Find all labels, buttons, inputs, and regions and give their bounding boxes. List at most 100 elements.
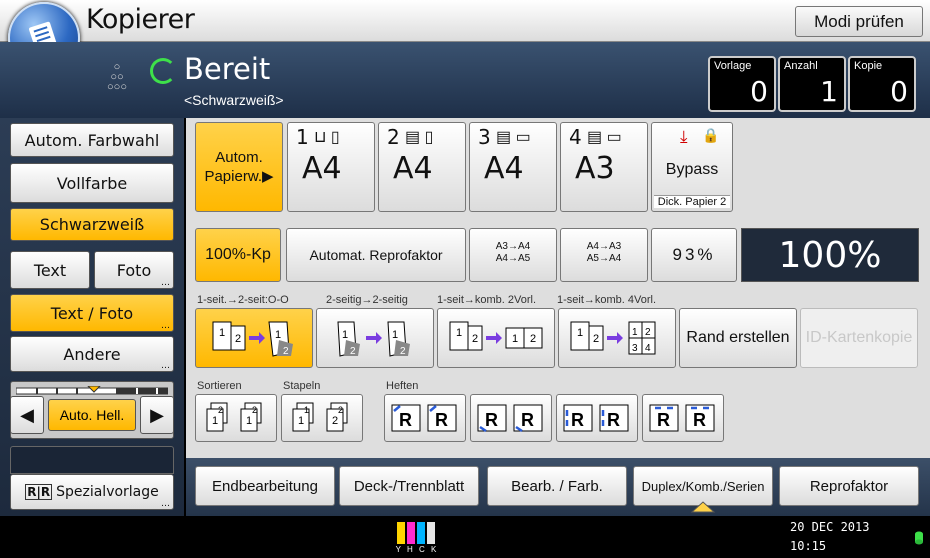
stack-button[interactable]: 11 22 [281,394,363,442]
photo-mode-label: Foto [116,260,152,280]
svg-text:R: R [521,410,534,430]
tab-indicator-icon [690,500,716,513]
staple-label: Heften [386,380,419,392]
svg-text:1: 1 [219,327,225,339]
tray-number: 1 [296,125,309,149]
combine-2-button[interactable]: 1 2 12 [437,308,555,368]
margin-adjust-button[interactable]: Rand erstellen [679,308,797,368]
date-display: 20 DEC 2013 [790,520,870,534]
staple-top-left-button[interactable]: R R [384,394,466,442]
data-indicator-icon [914,530,924,546]
tray-icon: ▤ ▯ [405,129,434,146]
svg-text:1: 1 [275,329,281,341]
svg-text:1: 1 [632,327,638,338]
black-white-button[interactable]: Schwarzweiß [10,208,174,241]
svg-text:2: 2 [645,327,651,338]
check-modes-button[interactable]: Modi prüfen [795,6,923,37]
combine-2-icon: 1 2 12 [449,321,543,351]
counter-label: Anzahl [784,60,818,72]
combine-4-icon: 1 2 12 34 [570,321,656,355]
tray-2-button[interactable]: 2 ▤ ▯ A4 [378,122,466,212]
svg-text:R: R [571,410,584,430]
bypass-paper-type: Dick. Papier 2 [654,195,730,208]
auto-density-button[interactable]: Auto. Hell. [48,399,136,431]
tab-cover-slip-sheet[interactable]: Deck-/Trennblatt [339,466,479,506]
preset-ratio-1-button[interactable]: A3→A4 A4→A5 [469,228,557,282]
paper-size: A4 [393,151,433,186]
lighter-button[interactable]: ◀ [10,396,44,434]
app-title: Kopierer [86,4,195,35]
tab-finishing[interactable]: Endbearbeitung [195,466,335,506]
sort-label: Sortieren [197,380,242,392]
percent-ratio-button[interactable]: 93% [651,228,737,282]
tab-edit-color[interactable]: Bearb. / Farb. [487,466,627,506]
svg-text:2: 2 [235,333,241,345]
time-display: 10:15 [790,539,827,553]
bypass-tray-button[interactable]: ⤓ 🔒 Bypass Dick. Papier 2 [651,122,733,212]
tray-4-button[interactable]: 4 ▤ ▭ A3 [560,122,648,212]
tray-3-button[interactable]: 3 ▤ ▭ A4 [469,122,557,212]
special-original-icon: R|R [25,484,53,500]
preset-ratio-2-button[interactable]: A4→A3 A5→A4 [560,228,648,282]
sort-button[interactable]: 12 12 [195,394,277,442]
text-mode-button[interactable]: Text [10,251,90,289]
more-options-icon: … [161,499,170,509]
staple-top-2-icon: R R [649,404,715,432]
special-original-button[interactable]: R|R Spezialvorlage … [10,474,174,510]
staple-left-2-button[interactable]: R R [556,394,638,442]
combine-4-button[interactable]: 1 2 12 34 [558,308,676,368]
tab-reduce-enlarge[interactable]: Reprofaktor [779,466,919,506]
text-photo-label: Text / Foto [50,303,134,323]
duplex-2to2-button[interactable]: 1 2 1 2 [316,308,434,368]
svg-text:1: 1 [512,333,518,345]
ratio-line: A4→A3 [586,241,622,252]
paper-size: A4 [484,151,524,186]
svg-text:1: 1 [212,415,218,427]
auto-paper-select-button[interactable]: Autom. Papierw.▶ [195,122,283,212]
svg-text:1: 1 [342,329,348,341]
svg-text:1: 1 [392,329,398,341]
svg-text:2: 2 [530,333,536,345]
counter-label: Kopie [854,60,883,72]
auto-reduce-enlarge-button[interactable]: Automat. Reprofaktor [286,228,466,282]
svg-text:1: 1 [304,405,309,415]
duplex-label-4: 1-seit→komb. 4Vorl. [557,294,657,306]
sort-icon: 12 12 [206,402,262,432]
tray-icon: ▤ ▭ [496,129,531,146]
duplex-1to2-button[interactable]: 1 2 1 2 [195,308,313,368]
stack-icon: 11 22 [292,402,348,432]
toner-letters: Y H C K [395,545,439,554]
darker-button[interactable]: ▶ [140,396,174,434]
svg-text:1: 1 [298,415,304,427]
tray-icon: ▤ ▭ [587,129,622,146]
svg-text:2: 2 [283,346,289,357]
tray-1-button[interactable]: 1 ⊔ ▯ A4 [287,122,375,212]
full-size-button[interactable]: 100%-Kp [195,228,281,282]
more-options-icon: … [161,278,170,288]
full-color-button[interactable]: Vollfarbe [10,163,174,203]
duplex-label-3: 1-seit→komb. 2Vorl. [437,294,537,306]
svg-text:1: 1 [456,327,462,339]
staple-top-left-icon: R R [391,404,457,432]
bypass-tray-icon: ⤓ [680,127,688,146]
text-photo-button[interactable]: Text / Foto … [10,294,174,332]
duplex-2to2-icon: 1 2 1 2 [337,321,410,357]
svg-text:2: 2 [218,405,223,415]
counter-value: 1 [820,75,838,108]
photo-mode-button[interactable]: Foto … [94,251,174,289]
ratio-line: A4→A5 [495,253,531,264]
svg-text:2: 2 [338,405,343,415]
color-mode-status: <Schwarzweiß> [184,92,284,108]
other-mode-button[interactable]: Andere … [10,336,174,372]
paper-size: A4 [302,151,342,186]
id-card-copy-button[interactable]: ID-Kartenkopie [800,308,918,368]
ready-status-icon [150,58,176,84]
svg-text:1: 1 [246,415,252,427]
staple-top-2-button[interactable]: R R [642,394,724,442]
svg-text:2: 2 [472,333,478,345]
staple-top-left-2-button[interactable]: R R [470,394,552,442]
paper-size: A3 [575,151,615,186]
current-ratio-display: 100% [741,228,919,282]
counter-quantity: Anzahl 1 [778,56,846,112]
auto-color-button[interactable]: Autom. Farbwahl [10,123,174,157]
